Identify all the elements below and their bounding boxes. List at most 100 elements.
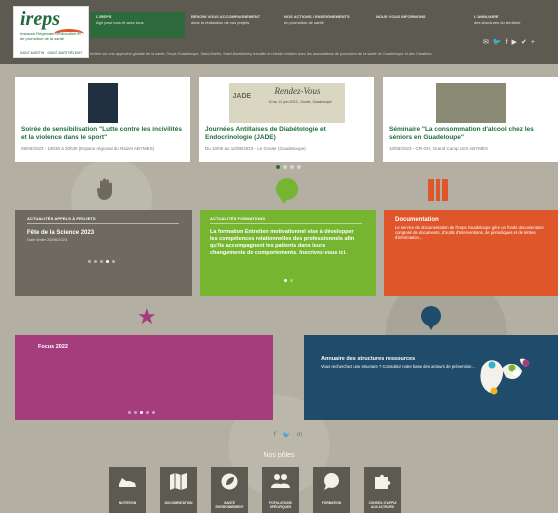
pole-populations-specifiques[interactable]: POPULATIONS SPÉCIFIQUES xyxy=(262,467,299,513)
pagination-dot[interactable] xyxy=(112,260,115,263)
nav-item-sub: Agir pour tous et avec tous xyxy=(96,20,144,25)
formations-panel[interactable]: ACTUALITÉS FORMATIONS La formation Entre… xyxy=(200,210,376,296)
site-header: ireps Instance Régionale d'Éducation et … xyxy=(0,0,558,64)
hand-icon xyxy=(97,178,112,200)
annuaire-panel[interactable]: Annuaire des structures ressources Vous … xyxy=(304,335,558,420)
speech-bubble-icon xyxy=(324,473,339,490)
pagination-dot[interactable] xyxy=(276,165,280,169)
nav-item-informons[interactable]: NOUS VOUS INFORMONS xyxy=(370,12,468,38)
pagination-dot[interactable] xyxy=(283,165,287,169)
panel-divider xyxy=(27,223,179,224)
shoe-icon xyxy=(119,478,136,487)
news-image-text: Rendez-Vous xyxy=(274,86,321,96)
speech-bubble-icon xyxy=(276,178,298,204)
news-image: JADE Rendez-Vous 10 au 12 juin 2023 - Go… xyxy=(228,83,345,123)
news-card[interactable]: Soirée de sensibilisation "Lutte contre … xyxy=(15,77,190,162)
pagination-dot[interactable] xyxy=(140,411,143,414)
facebook-icon[interactable]: f xyxy=(274,432,276,439)
logo-subtitle: Instance Régionale d'Éducation et de pro… xyxy=(20,31,81,41)
news-image xyxy=(435,83,506,123)
youtube-icon[interactable]: ▶ xyxy=(512,39,517,47)
news-title[interactable]: Soirée de sensibilisation "Lutte contre … xyxy=(21,126,186,141)
panel-title[interactable]: Annuaire des structures ressources xyxy=(321,356,415,362)
pagination-dot[interactable] xyxy=(94,260,97,263)
news-pagination xyxy=(276,165,301,169)
focus-panel[interactable]: Focus 2022 xyxy=(15,335,273,420)
panel-text: Vous recherchez une structure ? Consulte… xyxy=(321,364,475,369)
poles-list: NUTRITION DOCUMENTATION SANTÉ ENVIRONNEM… xyxy=(109,467,401,513)
pagination-dot[interactable] xyxy=(134,411,137,414)
news-carousel: Soirée de sensibilisation "Lutte contre … xyxy=(15,77,558,162)
location-pin-icon xyxy=(421,306,441,330)
logo-territory: SAINT-MARTIN · SAINT-BARTHÉLEMY xyxy=(19,51,83,55)
news-card[interactable]: JADE Rendez-Vous 10 au 12 juin 2023 - Go… xyxy=(199,77,374,162)
pole-label: NUTRITION xyxy=(118,501,137,505)
leaf-icon xyxy=(221,473,238,490)
news-title[interactable]: Journées Antillaises de Diabétologie et … xyxy=(205,126,370,141)
map-icon xyxy=(170,473,187,490)
pagination-dot[interactable] xyxy=(297,165,301,169)
star-icon: ★ xyxy=(137,304,157,329)
twitter-icon[interactable]: 🐦 xyxy=(493,39,502,47)
pagination-dot[interactable] xyxy=(128,411,131,414)
pagination-dot[interactable] xyxy=(284,279,287,282)
header-social: ✉ 🐦 f ▶ ✔ + xyxy=(483,39,535,47)
panel-title[interactable]: La formation Entretien motivationnel vis… xyxy=(210,229,360,257)
map-icon xyxy=(428,179,448,201)
news-meta: Du 10/06 au 12/06/2023 - Le Gosier (Guad… xyxy=(205,146,306,151)
panel-title[interactable]: Documentation xyxy=(395,217,439,223)
panel-eyebrow: ACTUALITÉS FORMATIONS xyxy=(210,216,266,221)
main-nav: L'IREPS Agir pour tous et avec tous BESO… xyxy=(90,12,548,38)
nav-item-sub: en promotion de santé xyxy=(284,20,324,25)
plus-icon[interactable]: + xyxy=(531,39,535,47)
nav-item-sub: des structures du territoire xyxy=(474,20,521,25)
nav-item-annuaire[interactable]: L'ANNUAIRE des structures du territoire xyxy=(468,12,548,38)
pole-conseil-appui[interactable]: CONSEIL D'APPUI AUX ACTEURS xyxy=(364,467,401,513)
documentation-panel[interactable]: Documentation Le service de documentatio… xyxy=(384,210,558,296)
pole-formation[interactable]: FORMATION xyxy=(313,467,350,513)
pole-label: DOCUMENTATION xyxy=(164,501,193,505)
panel-pagination xyxy=(284,279,293,282)
news-image xyxy=(87,83,118,123)
pagination-dot[interactable] xyxy=(146,411,149,414)
pole-label: FORMATION xyxy=(321,501,342,505)
pagination-dot[interactable] xyxy=(88,260,91,263)
group-icon xyxy=(271,474,290,488)
appels-projets-panel[interactable]: ACTUALITÉS APPELS À PROJETS Fête de la S… xyxy=(15,210,192,296)
nav-item-accompagnement[interactable]: BESOIN VOUS ACCOMPAGNEMENT dans la réali… xyxy=(185,12,278,38)
news-image-text: JADE xyxy=(232,93,252,100)
pagination-dot[interactable] xyxy=(100,260,103,263)
panel-divider xyxy=(210,223,362,224)
news-meta: 10/06/2023 - CR-GH, Grand Camp LES ABYME… xyxy=(389,146,489,151)
nav-item-ireps[interactable]: L'IREPS Agir pour tous et avec tous xyxy=(90,12,185,38)
pagination-dot[interactable] xyxy=(152,411,155,414)
site-logo[interactable]: ireps Instance Régionale d'Éducation et … xyxy=(13,6,89,58)
pagination-dot[interactable] xyxy=(290,279,293,282)
nav-item-sub: dans la réalisation de vos projets xyxy=(191,20,250,25)
pole-documentation[interactable]: DOCUMENTATION xyxy=(160,467,197,513)
news-meta: 09/05/2023 - 18h30 à 20h30 (Espace régio… xyxy=(21,146,155,151)
panel-text: Date limite 20/06/2023 xyxy=(27,237,68,242)
logo-word: ireps xyxy=(20,8,60,30)
pole-sante-environnement[interactable]: SANTÉ ENVIRONNEMENT xyxy=(211,467,248,513)
linkedin-icon[interactable]: in xyxy=(297,432,302,439)
panel-pagination xyxy=(88,260,115,263)
facebook-icon[interactable]: f xyxy=(506,39,508,47)
email-icon[interactable]: ✉ xyxy=(483,39,489,47)
nav-item-title: NOUS VOUS INFORMONS xyxy=(376,14,426,19)
panel-title[interactable]: Fête de la Science 2023 xyxy=(27,230,94,236)
news-image-text: 10 au 12 juin 2023 - Gosier, Guadeloupe xyxy=(268,100,332,104)
pole-nutrition[interactable]: NUTRITION xyxy=(109,467,146,513)
pagination-dot[interactable] xyxy=(290,165,294,169)
nav-item-actions[interactable]: NOS ACTIONS / ENSEIGNEMENTS en promotion… xyxy=(278,12,370,38)
pole-label: SANTÉ ENVIRONNEMENT xyxy=(215,501,244,509)
guadeloupe-map xyxy=(480,358,530,395)
pagination-dot[interactable] xyxy=(106,260,109,263)
twitter-icon[interactable]: 🐦 xyxy=(283,432,290,439)
puzzle-icon xyxy=(375,474,391,489)
panel-title[interactable]: Focus 2022 xyxy=(38,344,68,350)
news-card[interactable]: Séminaire "La consommation d'alcool chez… xyxy=(383,77,558,162)
panel-eyebrow: ACTUALITÉS APPELS À PROJETS xyxy=(27,216,96,221)
news-title[interactable]: Séminaire "La consommation d'alcool chez… xyxy=(389,126,554,141)
check-icon[interactable]: ✔ xyxy=(521,39,527,47)
